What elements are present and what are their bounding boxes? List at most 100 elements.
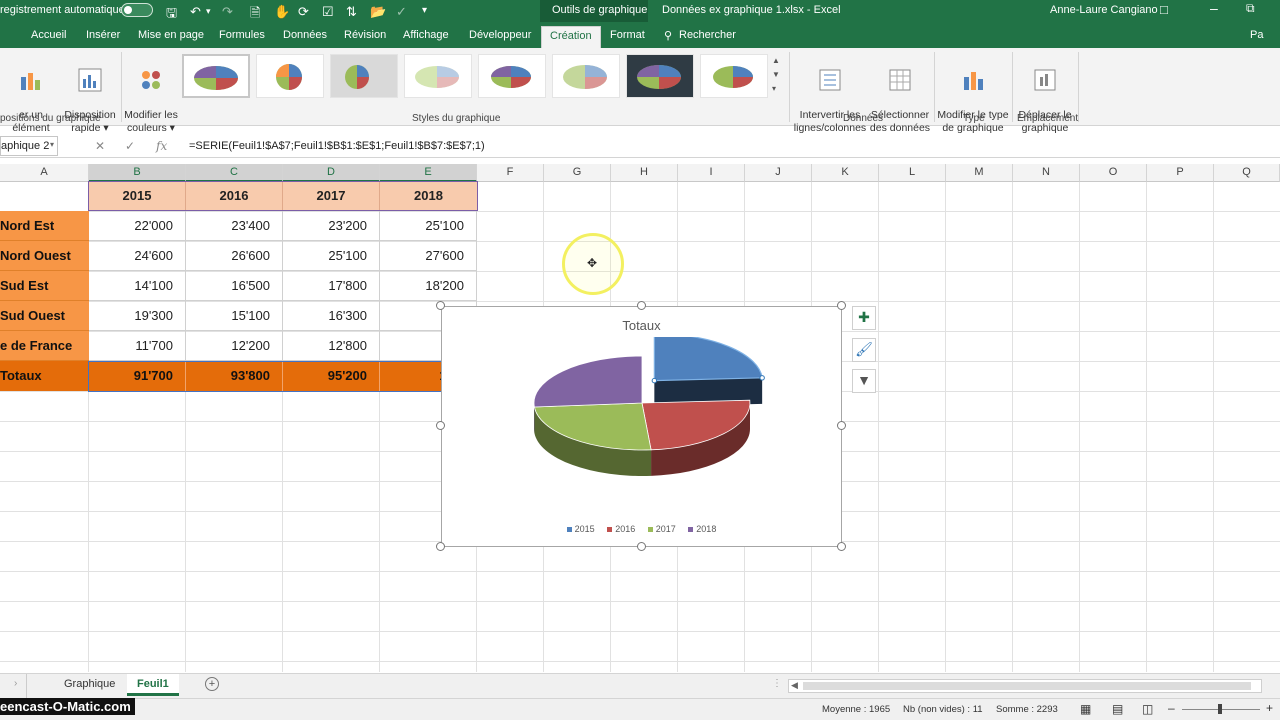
column-header-c[interactable]: C [186,164,283,182]
resize-handle[interactable] [436,542,445,551]
customize-qat-icon[interactable]: ▾ [422,5,427,16]
ribbon-display-icon[interactable]: □ [1160,2,1168,17]
tab-revision[interactable]: Révision [344,29,386,41]
undo-icon[interactable]: ↶ [190,4,201,20]
change-colors-button[interactable]: Modifier les couleurs ▾ [122,54,180,135]
column-header-h[interactable]: H [611,164,678,182]
insert-function-icon[interactable]: fx [156,139,167,153]
paint-icon[interactable]: ✓ [396,4,407,20]
resize-handle[interactable] [837,421,846,430]
touch-mode-icon[interactable]: ✋ [274,4,290,20]
normal-view-icon[interactable]: ▦ [1080,702,1091,716]
chart-style-7[interactable] [626,54,694,98]
chart-area[interactable]: Totaux 2015 2016 2017 2018 [441,306,842,547]
chart-styles-button[interactable]: 🖌 [852,338,876,362]
value-cell[interactable]: 14'100 [89,271,186,301]
region-cell[interactable]: Nord Ouest [0,241,89,271]
column-header-n[interactable]: N [1013,164,1080,182]
column-header-f[interactable]: F [477,164,544,182]
scroll-left-icon[interactable]: ◀ [791,680,798,691]
header-cell-2018[interactable]: 2018 [380,181,477,211]
restore-icon[interactable]: ⧉ [1246,1,1255,16]
value-cell[interactable]: 25'100 [283,241,380,271]
splitter-icon[interactable]: ⋮ [772,678,782,689]
legend-item[interactable]: 2017 [647,524,676,534]
column-header-j[interactable]: J [745,164,812,182]
page-layout-icon[interactable]: ▤ [1112,702,1123,716]
column-header-o[interactable]: O [1080,164,1147,182]
formula-input[interactable]: =SERIE(Feuil1!$A$7;Feuil1!$B$1:$E$1;Feui… [189,140,485,152]
resize-handle[interactable] [637,301,646,310]
tab-mise-en-page[interactable]: Mise en page [138,29,204,41]
legend-item[interactable]: 2015 [566,524,595,534]
zoom-slider-thumb[interactable] [1218,704,1222,714]
column-header-p[interactable]: P [1147,164,1214,182]
sheet-tab-feuil1[interactable]: Feuil1 [127,674,179,696]
tab-developpeur[interactable]: Développeur [469,29,531,41]
column-header-m[interactable]: M [946,164,1013,182]
undo-dropdown-icon[interactable]: ▾ [206,6,211,17]
chart-title[interactable]: Totaux [442,318,841,333]
tab-inserer[interactable]: Insérer [86,29,120,41]
column-header-l[interactable]: L [879,164,946,182]
redo-icon[interactable]: ↷ [222,4,233,20]
value-cell[interactable]: 22'000 [89,211,186,241]
chart-style-4[interactable] [404,54,472,98]
column-header-e[interactable]: E [380,164,477,182]
check-icon[interactable]: ☑ [322,4,334,20]
autosave-toggle[interactable] [121,3,153,17]
tab-format[interactable]: Format [610,29,645,41]
share-button[interactable]: Pa [1250,29,1263,41]
chart-style-3[interactable] [330,54,398,98]
region-cell[interactable]: Nord Est [0,211,89,241]
tab-accueil[interactable]: Accueil [31,29,66,41]
value-cell[interactable]: 16'300 [283,301,380,331]
value-cell[interactable]: 19'300 [89,301,186,331]
header-cell-2016[interactable]: 2016 [186,181,283,211]
total-cell[interactable]: 95'200 [283,361,380,391]
value-cell[interactable]: 11'700 [89,331,186,361]
minimize-icon[interactable]: – [1210,0,1218,16]
scrollbar-thumb[interactable] [803,682,1251,690]
chart-style-6[interactable] [552,54,620,98]
chart-style-8[interactable] [700,54,768,98]
value-cell[interactable]: 12'200 [186,331,283,361]
enter-icon[interactable]: ✓ [125,139,135,153]
value-cell[interactable]: 25'100 [380,211,477,241]
value-cell[interactable]: 15'100 [186,301,283,331]
gallery-scroll[interactable]: ▲ ▼ ▾ [772,54,780,96]
user-name[interactable]: Anne-Laure Cangiano [1050,4,1158,16]
column-header-q[interactable]: Q [1214,164,1280,182]
sort-icon[interactable]: ⇅ [346,4,357,20]
column-header-a[interactable]: A [0,164,89,182]
tab-donnees[interactable]: Données [283,29,327,41]
tab-affichage[interactable]: Affichage [403,29,449,41]
total-label-cell[interactable]: Totaux [0,361,89,391]
value-cell[interactable]: 16'500 [186,271,283,301]
header-cell-2017[interactable]: 2017 [283,181,380,211]
value-cell[interactable]: 18'200 [380,271,477,301]
legend-item[interactable]: 2018 [688,524,716,534]
value-cell[interactable]: 12'800 [283,331,380,361]
value-cell[interactable]: 27'600 [380,241,477,271]
region-cell[interactable]: Sud Est [0,271,89,301]
column-header-i[interactable]: I [678,164,745,182]
sheet-tab-graphique[interactable]: Graphique [54,674,125,696]
chart-style-1[interactable] [182,54,250,98]
value-cell[interactable]: 17'800 [283,271,380,301]
zoom-in-icon[interactable]: + [1266,701,1273,715]
selection-point[interactable] [651,377,658,384]
horizontal-scrollbar[interactable]: ◀ [788,679,1262,693]
chart-legend[interactable]: 2015 2016 2017 2018 [442,524,841,534]
value-cell[interactable]: 23'200 [283,211,380,241]
tab-formules[interactable]: Formules [219,29,265,41]
header-cell-2015[interactable]: 2015 [89,181,186,211]
resize-handle[interactable] [837,301,846,310]
column-header-k[interactable]: K [812,164,879,182]
redo-alt-icon[interactable]: ⟳ [298,4,309,20]
page-break-icon[interactable]: ◫ [1142,702,1153,716]
add-sheet-icon[interactable]: + [205,677,219,691]
legend-item[interactable]: 2016 [607,524,635,534]
value-cell[interactable]: 26'600 [186,241,283,271]
name-box[interactable]: aphique 2 ▾ [0,136,58,156]
